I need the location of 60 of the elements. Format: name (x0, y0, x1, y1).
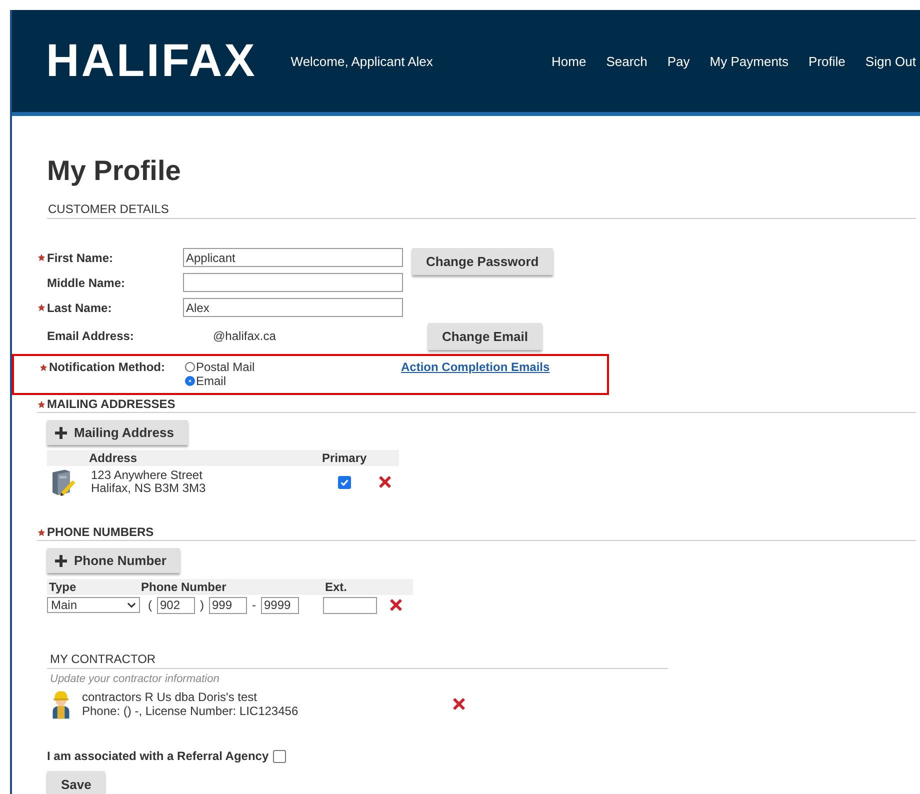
radio-label: Email (196, 374, 226, 388)
column-header: Address (89, 451, 138, 465)
save-button[interactable]: Save (47, 771, 106, 794)
welcome-text: Welcome, Applicant Alex (290, 54, 433, 68)
field-button[interactable]: Change Password (412, 248, 553, 275)
nav-link[interactable]: Sign Out (865, 54, 916, 68)
column-header: Ext. (325, 580, 348, 594)
section-heading: MAILING ADDRESSES (47, 397, 176, 411)
field-label: Email Address: (47, 329, 134, 343)
worker-icon (50, 689, 72, 719)
separator-text: - (252, 598, 256, 612)
column-header: Type (48, 580, 78, 594)
input-field[interactable] (183, 273, 403, 292)
field-value: @halifax.ca (213, 329, 277, 343)
logo[interactable]: HALIFAX (46, 33, 257, 87)
column-header: Primary (322, 451, 367, 465)
field-label: First Name: (47, 250, 114, 264)
contractor-details: Phone: () -, License Number: LIC123456 (82, 704, 300, 718)
page-title: My Profile (47, 154, 182, 188)
separator-text: ) (200, 598, 204, 612)
caret-icon (127, 602, 136, 608)
field-button[interactable]: Change Email (428, 322, 542, 350)
primary-checkbox[interactable] (338, 476, 351, 488)
section-heading: MY CONTRACTOR (47, 652, 668, 669)
column-header: Phone Number (141, 580, 228, 594)
nav-link[interactable]: Pay (667, 54, 690, 68)
extension-field[interactable] (323, 596, 377, 614)
referral-label: I am associated with a Referral Agency (47, 749, 269, 763)
field-label: Last Name: (47, 300, 112, 314)
action-emails-link[interactable]: Action Completion Emails (401, 360, 550, 374)
delete-icon[interactable] (378, 476, 392, 488)
separator-text: ( (148, 598, 152, 612)
contractor-name: contractors R Us dba Doris's test (82, 690, 258, 704)
field-label: Middle Name: (47, 276, 126, 290)
phone-line-field[interactable]: 9999 (261, 596, 299, 614)
radio-button[interactable] (185, 376, 195, 386)
radio-button[interactable] (185, 362, 195, 372)
plus-icon (55, 554, 67, 566)
section-heading: CUSTOMER DETAILS (47, 202, 916, 219)
nav-link[interactable]: Home (552, 54, 586, 68)
referral-checkbox[interactable] (272, 750, 286, 762)
radio-label: Postal Mail (196, 360, 255, 374)
hint-text: Update your contractor information (49, 673, 220, 685)
field-label: Notification Method: (49, 360, 165, 374)
plus-icon (55, 426, 67, 438)
delete-icon[interactable] (389, 599, 403, 611)
input-field[interactable]: Applicant (183, 248, 403, 267)
delete-icon[interactable] (452, 698, 466, 710)
input-field[interactable]: Alex (183, 298, 403, 317)
area-code-field[interactable]: 902 (157, 596, 195, 614)
add-phone-button[interactable]: Phone Number (47, 548, 180, 573)
nav-link[interactable]: Search (606, 54, 648, 68)
phone-prefix-field[interactable]: 999 (209, 596, 247, 614)
address-line: Halifax, NS B3M 3M3 (91, 482, 207, 495)
section-heading: PHONE NUMBERS (47, 525, 154, 539)
nav-link[interactable]: Profile (808, 54, 846, 68)
address-line: 123 Anywhere Street (91, 469, 204, 482)
add-address-button[interactable]: Mailing Address (47, 420, 188, 445)
type-dropdown[interactable]: Main (47, 597, 140, 613)
nav-link[interactable]: My Payments (710, 54, 789, 68)
